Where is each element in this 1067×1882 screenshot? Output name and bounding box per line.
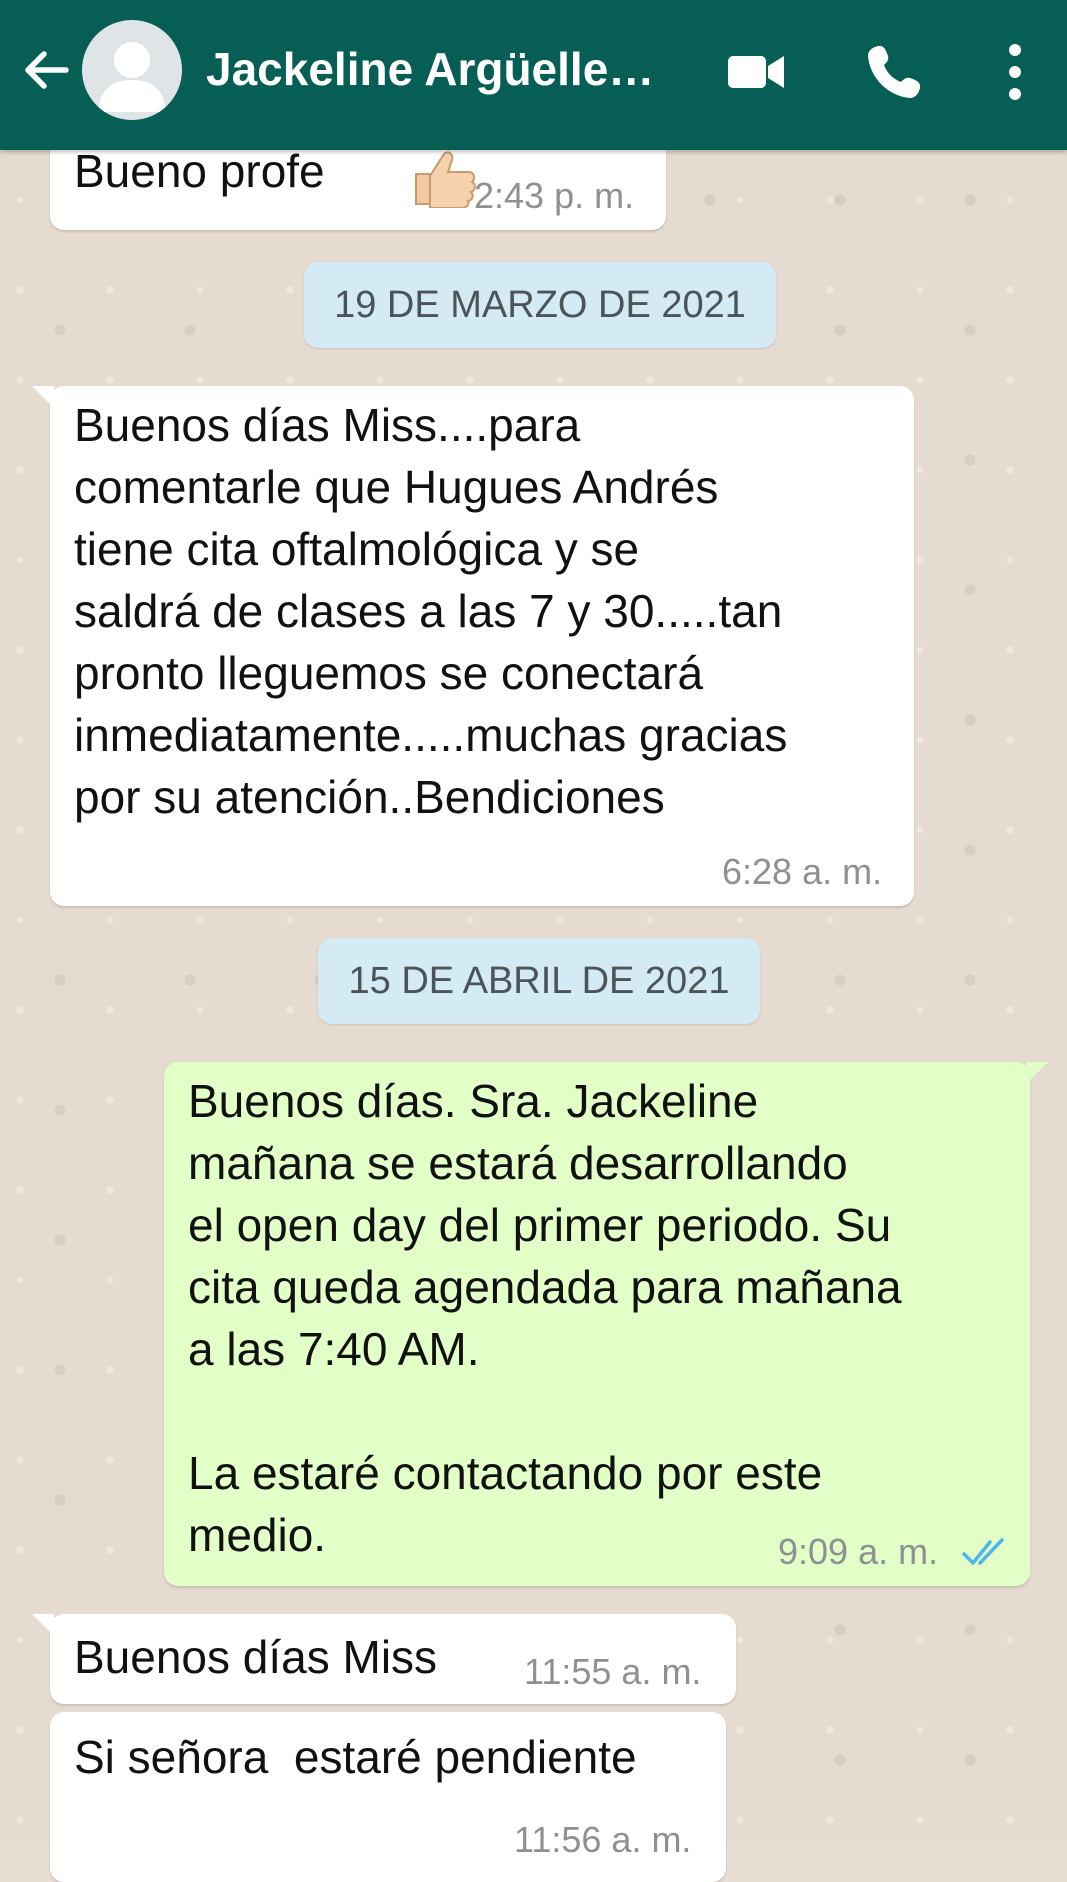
message-bubble[interactable]: Buenos días. Sra. Jackeline mañana se es… [164,1062,1048,1586]
avatar[interactable] [82,20,182,120]
phone-icon[interactable] [862,40,926,104]
message-time: 9:09 a. m. [778,1531,939,1572]
message-text: Si señora estaré pendiente [74,1731,637,1783]
arrow-back-icon[interactable] [20,44,72,96]
message-time: 2:43 p. m. [474,175,635,216]
message-bubble[interactable]: Buenos días Miss 11:55 a. m. [32,1614,736,1704]
more-vert-icon[interactable] [990,40,1040,104]
contact-name[interactable]: Jackeline Argüelle… [206,42,676,96]
read-double-check-icon [962,1538,1004,1565]
message-time: 11:56 a. m. [514,1819,692,1860]
date-separator: 15 DE ABRIL DE 2021 [318,938,760,1024]
thumbs-up-emoji-icon [415,151,476,208]
date-label: 15 DE ABRIL DE 2021 [348,960,730,1002]
message-text: Buenos días Miss....para comentarle que … [74,399,788,823]
message-text: Buenos días Miss [74,1631,438,1683]
message-time: 6:28 a. m. [722,851,883,892]
chat-header: Jackeline Argüelle… [0,0,1067,150]
message-bubble[interactable]: Si señora estaré pendiente 11:56 a. m. [50,1712,726,1882]
message-bubble[interactable]: Buenos días Miss....para comentarle que … [32,386,914,906]
message-time: 11:55 a. m. [524,1651,702,1692]
default-avatar-icon [98,42,166,112]
date-separator: 19 DE MARZO DE 2021 [304,262,776,348]
date-label: 19 DE MARZO DE 2021 [334,284,746,326]
video-call-icon[interactable] [724,40,788,104]
message-text: Buenos días. Sra. Jackeline mañana se es… [188,1075,902,1561]
